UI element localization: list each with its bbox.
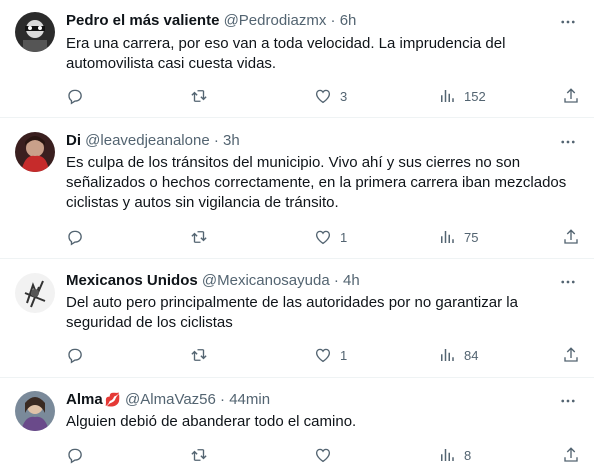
share-button[interactable] (562, 345, 580, 365)
avatar[interactable] (15, 132, 55, 172)
tweet-text-line: Es culpa de los tránsitos del municipio.… (66, 154, 521, 171)
avatar[interactable] (15, 391, 55, 431)
like-button[interactable]: 1 (314, 345, 347, 365)
more-icon[interactable] (559, 133, 577, 151)
views-icon (441, 231, 454, 243)
timestamp[interactable]: 44min (229, 391, 270, 408)
retweet-icon (191, 349, 207, 361)
kiss-emoji-icon: 💋 (104, 392, 121, 407)
tweet-header: Di @leavedjeanalone · 3h (66, 131, 554, 151)
views-button[interactable]: 84 (438, 345, 478, 365)
views-icon (441, 90, 454, 102)
share-icon (564, 347, 578, 362)
author-handle[interactable]: @leavedjeanalone (85, 132, 210, 149)
reply-button[interactable] (66, 227, 92, 247)
views-icon (441, 449, 454, 461)
share-button[interactable] (562, 86, 580, 106)
author-name[interactable]: Mexicanos Unidos (66, 272, 198, 289)
like-button[interactable] (314, 445, 340, 465)
share-button[interactable] (562, 445, 580, 465)
retweet-button[interactable] (190, 345, 216, 365)
retweet-icon (191, 90, 207, 102)
tweet-text: Alguien debió de abanderar todo el camin… (66, 412, 576, 432)
action-bar: 1 84 (66, 345, 586, 365)
views-count: 75 (464, 229, 479, 245)
more-icon[interactable] (559, 13, 577, 31)
tweet-text-line: Alguien debió de abanderar todo el camin… (66, 413, 357, 430)
heart-icon (315, 230, 331, 245)
separator-dot: · (333, 272, 339, 289)
tweet-text: Es culpa de los tránsitos del municipio.… (66, 153, 576, 213)
tweet-text: Era una carrera, por eso van a toda velo… (66, 34, 576, 74)
tweet-text-line: seguridad de los ciclistas (66, 314, 233, 331)
share-button[interactable] (562, 227, 580, 247)
reply-button[interactable] (66, 86, 92, 106)
views-button[interactable]: 75 (438, 227, 478, 247)
separator-dot: · (213, 132, 219, 149)
views-button[interactable]: 8 (438, 445, 471, 465)
reply-icon (68, 348, 82, 364)
like-button[interactable]: 1 (314, 227, 347, 247)
author-handle[interactable]: @Pedrodiazmx (224, 12, 327, 29)
tweet-text-line: señalizados o hechos correctamente, en l… (66, 174, 567, 191)
reply-icon (68, 230, 82, 246)
heart-icon (315, 348, 331, 363)
share-icon (564, 229, 578, 244)
retweet-button[interactable] (190, 86, 216, 106)
views-count: 152 (464, 88, 486, 104)
timestamp[interactable]: 3h (223, 132, 240, 149)
tweet-header: Alma 💋 @AlmaVaz56 · 44min (66, 390, 554, 410)
tweet-text: Del auto pero principalmente de las auto… (66, 293, 576, 333)
timestamp[interactable]: 6h (340, 12, 357, 29)
views-count: 84 (464, 347, 479, 363)
heart-icon (315, 448, 331, 463)
reply-icon (68, 89, 82, 105)
tweet-text-line: Era una carrera, por eso van a toda velo… (66, 35, 506, 52)
reply-button[interactable] (66, 345, 92, 365)
separator-dot: · (330, 12, 336, 29)
action-bar: 8 (66, 445, 586, 465)
action-bar: 1 75 (66, 227, 586, 247)
avatar[interactable] (15, 273, 55, 313)
author-name[interactable]: Pedro el más valiente (66, 12, 219, 29)
author-handle[interactable]: @AlmaVaz56 (125, 391, 216, 408)
heart-icon (315, 89, 331, 104)
retweet-button[interactable] (190, 445, 216, 465)
tweet-text-line: ciclistas y autos sin vigilancia de trán… (66, 194, 339, 211)
tweet[interactable]: Alma 💋 @AlmaVaz56 · 44min Alguien debió d… (0, 378, 594, 470)
views-icon (441, 349, 454, 361)
author-handle[interactable]: @Mexicanosayuda (202, 272, 330, 289)
separator-dot: · (220, 391, 226, 408)
more-icon[interactable] (559, 273, 577, 291)
retweet-icon (191, 449, 207, 461)
retweet-icon (191, 231, 207, 243)
tweet-text-line: Del auto pero principalmente de las auto… (66, 294, 518, 311)
tweet-text-line: automovilista casi cuesta vidas. (66, 55, 277, 72)
tweet[interactable]: Mexicanos Unidos @Mexicanosayuda · 4h De… (0, 259, 594, 378)
tweet-header: Pedro el más valiente @Pedrodiazmx · 6h (66, 11, 554, 31)
share-icon (564, 88, 578, 103)
tweet[interactable]: Pedro el más valiente @Pedrodiazmx · 6h … (0, 0, 594, 118)
reply-icon (68, 448, 82, 464)
author-name[interactable]: Alma (66, 391, 103, 408)
more-icon[interactable] (559, 392, 577, 410)
like-count: 1 (340, 229, 348, 245)
tweet-header: Mexicanos Unidos @Mexicanosayuda · 4h (66, 271, 554, 291)
like-button[interactable]: 3 (314, 86, 347, 106)
like-count: 1 (340, 347, 348, 363)
share-icon (564, 447, 578, 462)
author-name[interactable]: Di (66, 132, 81, 149)
reply-button[interactable] (66, 445, 92, 465)
avatar[interactable] (15, 12, 55, 52)
views-count: 8 (464, 447, 472, 463)
like-count: 3 (340, 88, 348, 104)
timestamp[interactable]: 4h (343, 272, 360, 289)
tweet[interactable]: Di @leavedjeanalone · 3h Es culpa de los… (0, 118, 594, 259)
views-button[interactable]: 152 (438, 86, 486, 106)
action-bar: 3 152 (66, 86, 586, 106)
retweet-button[interactable] (190, 227, 216, 247)
